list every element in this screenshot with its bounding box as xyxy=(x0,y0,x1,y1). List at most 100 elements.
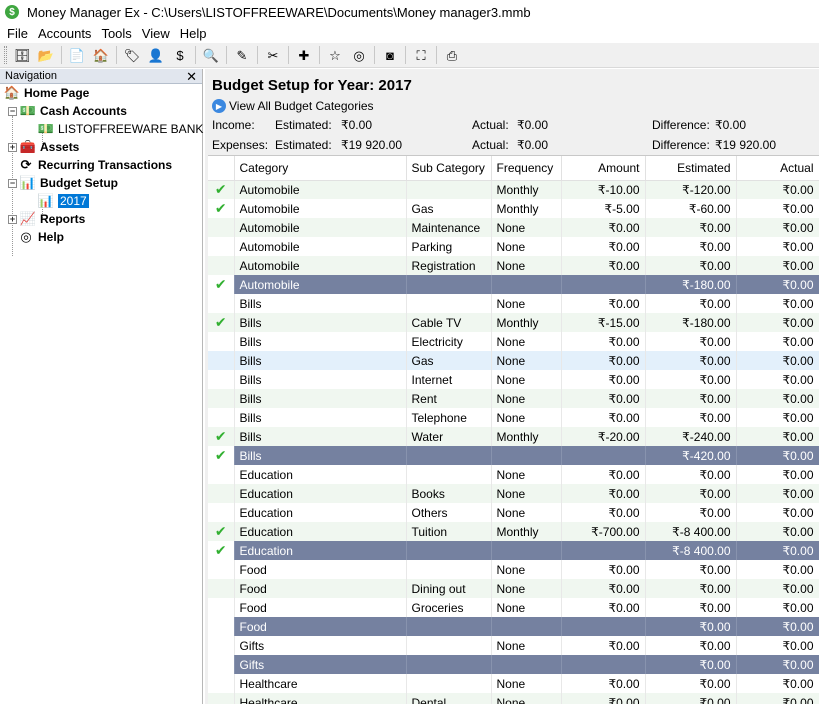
table-row[interactable]: Food Dining out None ₹0.00 ₹0.00 ₹0.00 xyxy=(208,579,819,598)
table-row[interactable]: Food None ₹0.00 ₹0.00 ₹0.00 xyxy=(208,560,819,579)
category-total-row[interactable]: ✔ Bills ₹-420.00 ₹0.00 xyxy=(208,446,819,465)
table-row[interactable]: Automobile Registration None ₹0.00 ₹0.00 ₹0.0… xyxy=(208,256,819,275)
table-row[interactable]: Bills Gas None ₹0.00 ₹0.00 ₹0.00 xyxy=(208,351,819,370)
database-icon[interactable]: 🗄 xyxy=(12,45,32,65)
menu-view[interactable]: View xyxy=(137,26,175,41)
table-row[interactable]: Gifts None ₹0.00 ₹0.00 ₹0.00 xyxy=(208,636,819,655)
cell-estimated: ₹0.00 xyxy=(645,503,737,522)
collapse-icon[interactable]: − xyxy=(8,178,17,188)
reports-icon: 📈 xyxy=(19,211,37,226)
cell-category: Food xyxy=(234,617,407,636)
table-row[interactable]: ✔ Bills Water Monthly ₹-20.00 ₹-240.00 ₹0.00 xyxy=(208,427,819,446)
home-icon[interactable]: 🏠 xyxy=(91,45,111,65)
table-row[interactable]: Healthcare Dental None ₹0.00 ₹0.00 ₹0.00 xyxy=(208,693,819,704)
table-row[interactable]: ✔ Bills Cable TV Monthly ₹-15.00 ₹-180.00 ₹0.0… xyxy=(208,313,819,332)
currency-icon[interactable]: $ xyxy=(170,45,190,65)
cell-actual: ₹0.00 xyxy=(736,313,819,332)
cell-estimated: ₹0.00 xyxy=(645,332,737,351)
new-document-icon[interactable]: 📄 xyxy=(67,45,87,65)
cell-actual: ₹0.00 xyxy=(736,636,819,655)
collapse-icon[interactable]: − xyxy=(8,106,17,116)
toolbar-separator xyxy=(288,46,289,64)
menu-accounts[interactable]: Accounts xyxy=(33,26,96,41)
column-header-subcategory[interactable]: Sub Category xyxy=(406,156,492,181)
category-total-row[interactable]: ✔ Education ₹-8 400.00 ₹0.00 xyxy=(208,541,819,560)
view-all-budget-categories-link[interactable]: ▶ View All Budget Categories xyxy=(212,99,374,113)
column-header-actual[interactable]: Actual xyxy=(736,156,819,181)
cell-actual: ₹0.00 xyxy=(736,256,819,275)
category-total-row[interactable]: Food ₹0.00 ₹0.00 xyxy=(208,617,819,636)
nav-item-recurring-transactions[interactable]: ⟳ Recurring Transactions xyxy=(18,156,173,174)
table-row[interactable]: Education Others None ₹0.00 ₹0.00 ₹0.00 xyxy=(208,503,819,522)
nav-item-home-page[interactable]: 🏠 Home Page xyxy=(4,84,89,102)
nav-item-listoffreeware-bank[interactable]: 💵 LISTOFFREEWARE BANK xyxy=(38,120,203,138)
cell-category: Automobile xyxy=(234,237,407,256)
cell-estimated: ₹0.00 xyxy=(645,351,737,370)
cell-amount: ₹-5.00 xyxy=(561,199,646,218)
nav-item-budget-setup[interactable]: − 📊 Budget Setup xyxy=(8,174,118,192)
table-row[interactable]: Automobile Maintenance None ₹0.00 ₹0.00 ₹0.00 xyxy=(208,218,819,237)
edit-icon[interactable]: ✎ xyxy=(232,45,252,65)
nav-item-assets[interactable]: + 🧰 Assets xyxy=(8,138,79,156)
cell-estimated: ₹0.00 xyxy=(645,674,737,693)
nav-item-help[interactable]: ◎ Help xyxy=(18,228,64,246)
table-row[interactable]: Bills Electricity None ₹0.00 ₹0.00 ₹0.00 xyxy=(208,332,819,351)
expand-icon[interactable]: + xyxy=(8,142,17,152)
table-row[interactable]: ✔ Automobile Gas Monthly ₹-5.00 ₹-60.00 ₹0.00 xyxy=(208,199,819,218)
cell-amount: ₹0.00 xyxy=(561,674,646,693)
nav-item-2017[interactable]: 📊 2017 xyxy=(38,192,89,210)
table-row[interactable]: Bills Telephone None ₹0.00 ₹0.00 ₹0.00 xyxy=(208,408,819,427)
table-row[interactable]: ✔ Automobile Monthly ₹-10.00 ₹-120.00 ₹0.00 xyxy=(208,180,819,199)
cell-estimated: ₹0.00 xyxy=(645,370,737,389)
table-row[interactable]: ✔ Education Tuition Monthly ₹-700.00 ₹-8 400.… xyxy=(208,522,819,541)
budget-setup-icon: 📊 xyxy=(19,175,37,190)
tag-icon[interactable]: 🏷 xyxy=(122,45,142,65)
menu-file[interactable]: File xyxy=(2,26,33,41)
menu-tools[interactable]: Tools xyxy=(96,26,136,41)
star-icon[interactable]: ☆ xyxy=(325,45,345,65)
income-actual-value: ₹0.00 xyxy=(517,118,548,132)
table-row[interactable]: Automobile Parking None ₹0.00 ₹0.00 ₹0.00 xyxy=(208,237,819,256)
table-row[interactable]: Food Groceries None ₹0.00 ₹0.00 ₹0.00 xyxy=(208,598,819,617)
cell-category: Healthcare xyxy=(234,693,407,704)
column-header-frequency[interactable]: Frequency xyxy=(491,156,562,181)
column-header-status[interactable] xyxy=(208,156,235,181)
cell-category: Bills xyxy=(234,370,407,389)
status-cell: ✔ xyxy=(208,313,235,332)
table-row[interactable]: Healthcare None ₹0.00 ₹0.00 ₹0.00 xyxy=(208,674,819,693)
print-icon[interactable]: ⎙ xyxy=(442,45,462,65)
payee-icon[interactable]: 👤 xyxy=(146,45,166,65)
column-header-category[interactable]: Category xyxy=(234,156,407,181)
cell-category: Education xyxy=(234,465,407,484)
cell-subcategory: Tuition xyxy=(406,522,492,541)
filter-icon[interactable]: 🔍 xyxy=(201,45,221,65)
cell-frequency xyxy=(491,275,562,294)
status-cell: ✔ xyxy=(208,199,235,218)
fullscreen-icon[interactable]: ⛶ xyxy=(411,45,431,65)
nav-item-cash-accounts[interactable]: − 💵 Cash Accounts xyxy=(8,102,127,120)
cell-estimated: ₹0.00 xyxy=(645,408,737,427)
close-icon[interactable]: ✕ xyxy=(186,70,197,83)
table-row[interactable]: Bills Rent None ₹0.00 ₹0.00 ₹0.00 xyxy=(208,389,819,408)
toolbar-grip[interactable] xyxy=(4,46,7,64)
open-folder-icon[interactable]: 📂 xyxy=(36,45,56,65)
category-total-row[interactable]: Gifts ₹0.00 ₹0.00 xyxy=(208,655,819,674)
rss-icon[interactable]: ◙ xyxy=(380,45,400,65)
cell-frequency xyxy=(491,541,562,560)
nav-item-reports[interactable]: + 📈 Reports xyxy=(8,210,85,228)
table-row[interactable]: Education Books None ₹0.00 ₹0.00 ₹0.00 xyxy=(208,484,819,503)
menu-help[interactable]: Help xyxy=(175,26,212,41)
cell-amount: ₹0.00 xyxy=(561,503,646,522)
category-total-row[interactable]: ✔ Automobile ₹-180.00 ₹0.00 xyxy=(208,275,819,294)
cell-subcategory: Electricity xyxy=(406,332,492,351)
add-icon[interactable]: ✚ xyxy=(294,45,314,65)
navigation-tree: 🏠 Home Page − 💵 Cash Accounts 💵 LISTOFFREEWARE… xyxy=(0,84,203,256)
tools-icon[interactable]: ✂ xyxy=(263,45,283,65)
column-header-estimated[interactable]: Estimated xyxy=(645,156,737,181)
column-header-amount[interactable]: Amount xyxy=(561,156,646,181)
table-row[interactable]: Bills None ₹0.00 ₹0.00 ₹0.00 xyxy=(208,294,819,313)
expand-icon[interactable]: + xyxy=(8,214,17,224)
help-lifebuoy-icon[interactable]: ◎ xyxy=(349,45,369,65)
table-row[interactable]: Education None ₹0.00 ₹0.00 ₹0.00 xyxy=(208,465,819,484)
table-row[interactable]: Bills Internet None ₹0.00 ₹0.00 ₹0.00 xyxy=(208,370,819,389)
